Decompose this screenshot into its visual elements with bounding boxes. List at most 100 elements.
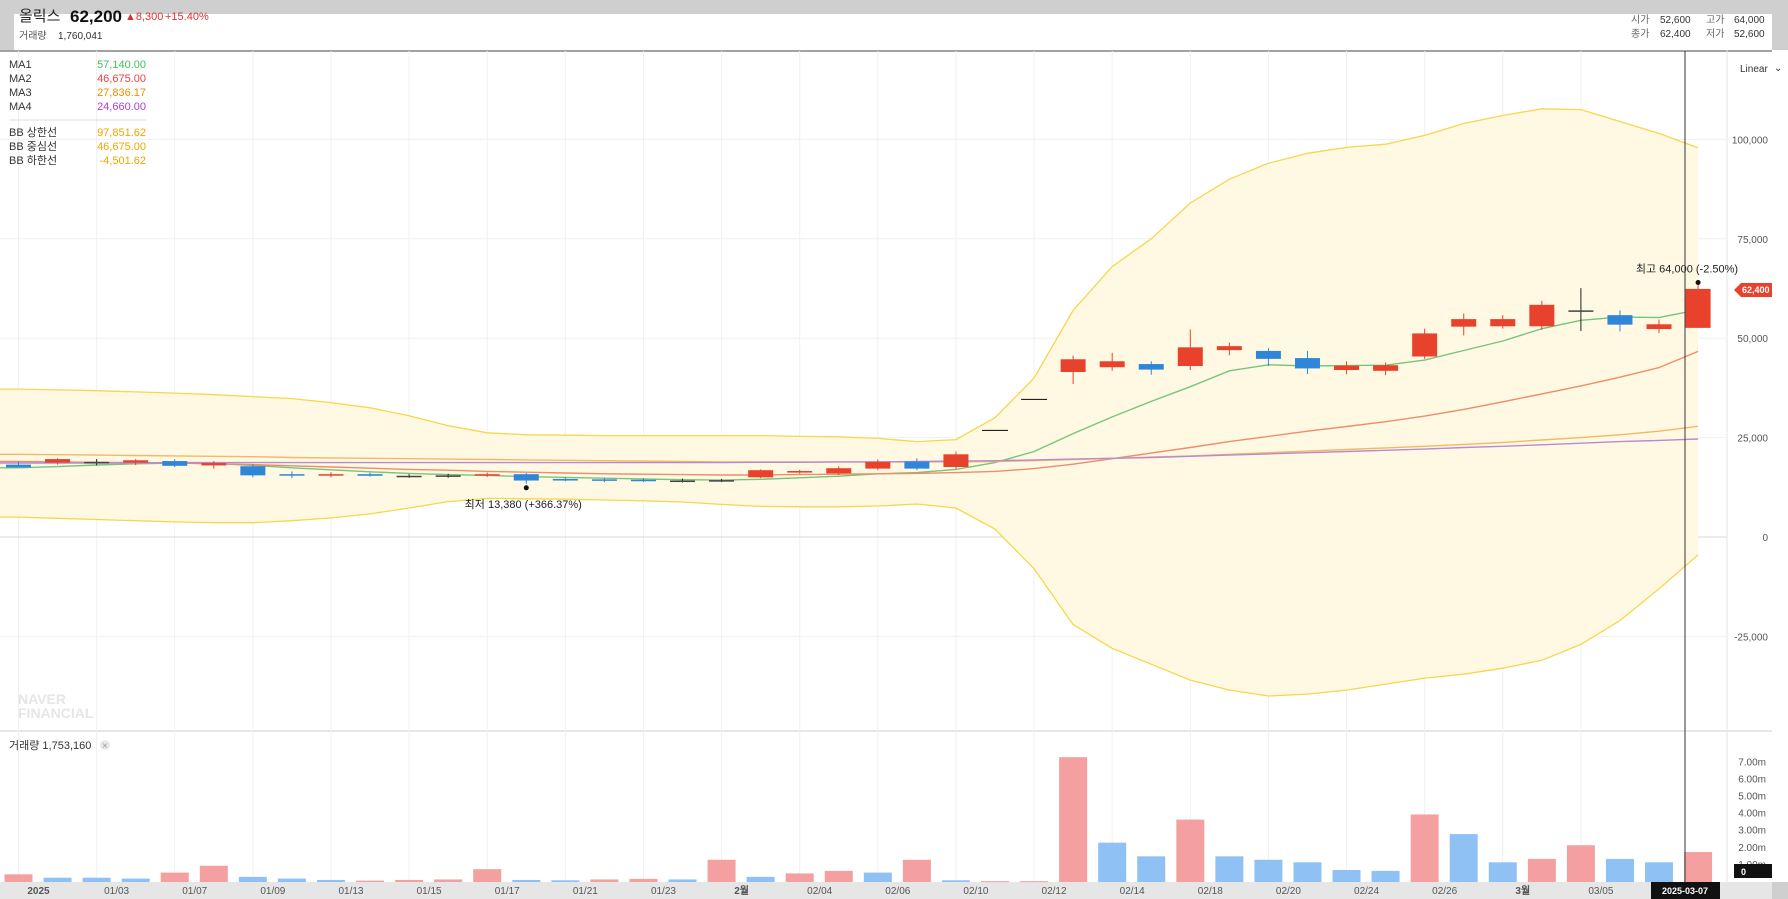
volume-bar[interactable] bbox=[1059, 757, 1088, 882]
candle-body[interactable] bbox=[357, 474, 383, 476]
stock-chart[interactable]: -25,000025,00050,00075,000100,000 1.00m2… bbox=[0, 0, 1788, 899]
volume-bar[interactable] bbox=[434, 879, 463, 882]
candle-body[interactable] bbox=[240, 466, 266, 476]
candle-body[interactable] bbox=[45, 459, 71, 463]
volume-bar[interactable] bbox=[316, 879, 345, 882]
candle-body[interactable] bbox=[670, 480, 696, 483]
candle-body[interactable] bbox=[865, 461, 891, 469]
candle-body[interactable] bbox=[201, 463, 227, 466]
volume-bar[interactable] bbox=[1605, 858, 1634, 882]
candle-body[interactable] bbox=[552, 478, 578, 481]
volume-bar[interactable] bbox=[1332, 870, 1361, 882]
candle[interactable] bbox=[1529, 300, 1555, 330]
x-tick-label: 01/21 bbox=[573, 886, 598, 897]
volume-bar[interactable] bbox=[1020, 881, 1049, 883]
volume-bar[interactable] bbox=[902, 859, 931, 882]
candle-body[interactable] bbox=[279, 474, 305, 476]
volume-bar[interactable] bbox=[824, 870, 853, 882]
candle-body[interactable] bbox=[1607, 315, 1633, 325]
volume-bar[interactable] bbox=[277, 878, 306, 882]
candle-body[interactable] bbox=[318, 474, 344, 476]
volume-panel[interactable] bbox=[0, 731, 1788, 882]
candle-body[interactable] bbox=[1177, 347, 1203, 367]
volume-bar[interactable] bbox=[1527, 858, 1556, 882]
candle-body[interactable] bbox=[1451, 319, 1477, 327]
candle-body[interactable] bbox=[904, 461, 930, 469]
volume-bar[interactable] bbox=[785, 873, 814, 882]
candle-body[interactable] bbox=[1373, 365, 1399, 371]
close-icon-glyph[interactable]: × bbox=[102, 741, 109, 750]
volume-bar[interactable] bbox=[1488, 862, 1517, 882]
candle-body[interactable] bbox=[1685, 288, 1711, 328]
volume-bar[interactable] bbox=[1566, 845, 1595, 882]
candle-body[interactable] bbox=[513, 474, 539, 481]
volume-bar[interactable] bbox=[395, 879, 424, 882]
volume-bar[interactable] bbox=[473, 869, 502, 882]
scale-dropdown[interactable]: Linear ⌄ bbox=[1740, 63, 1782, 75]
candle-body[interactable] bbox=[84, 461, 110, 464]
volume-bar[interactable] bbox=[590, 879, 619, 882]
candle-body[interactable] bbox=[474, 474, 500, 476]
candle-body[interactable] bbox=[1646, 324, 1672, 330]
candle-body[interactable] bbox=[396, 475, 422, 478]
volume-bar[interactable] bbox=[1215, 856, 1244, 882]
scale-label[interactable]: Linear bbox=[1740, 64, 1768, 75]
volume-bar[interactable] bbox=[863, 872, 892, 882]
volume-bar[interactable] bbox=[512, 879, 541, 882]
candle-body[interactable] bbox=[1490, 319, 1516, 327]
volume-bar[interactable] bbox=[629, 878, 658, 882]
candle[interactable] bbox=[748, 469, 774, 479]
candle-body[interactable] bbox=[1412, 333, 1438, 357]
candle-body[interactable] bbox=[826, 468, 852, 474]
volume-bar[interactable] bbox=[160, 872, 189, 882]
volume-bar[interactable] bbox=[1449, 834, 1478, 882]
volume-bar[interactable] bbox=[1371, 870, 1400, 882]
volume-bar[interactable] bbox=[1254, 859, 1283, 882]
candle-body[interactable] bbox=[630, 479, 656, 482]
candle-body[interactable] bbox=[1255, 350, 1281, 359]
candle-body[interactable] bbox=[1568, 310, 1594, 312]
candle-body[interactable] bbox=[1216, 346, 1242, 351]
volume-bar[interactable] bbox=[551, 880, 580, 882]
candle-body[interactable] bbox=[1060, 359, 1086, 372]
volume-bar[interactable] bbox=[82, 877, 111, 882]
candle-body[interactable] bbox=[123, 460, 149, 463]
high-point-marker bbox=[1695, 280, 1701, 286]
chevron-down-icon[interactable]: ⌄ bbox=[1774, 63, 1782, 74]
volume-bar[interactable] bbox=[1645, 862, 1674, 882]
volume-bar[interactable] bbox=[1098, 842, 1127, 882]
volume-bar[interactable] bbox=[707, 859, 736, 882]
volume-bar[interactable] bbox=[981, 881, 1009, 883]
volume-bar[interactable] bbox=[199, 865, 228, 882]
candle-body[interactable] bbox=[943, 454, 969, 468]
candle-body[interactable] bbox=[435, 475, 461, 477]
volume-bar[interactable] bbox=[1137, 856, 1166, 882]
volume-bar[interactable] bbox=[238, 876, 267, 882]
volume-bar[interactable] bbox=[941, 880, 970, 882]
volume-bar[interactable] bbox=[746, 876, 775, 882]
volume-bar[interactable] bbox=[1293, 862, 1322, 882]
volume-bar[interactable] bbox=[668, 879, 697, 882]
candle-body[interactable] bbox=[1529, 304, 1555, 327]
candle-body[interactable] bbox=[1099, 361, 1125, 368]
candle-body[interactable] bbox=[591, 479, 617, 481]
candle-body[interactable] bbox=[748, 470, 774, 478]
volume-bar[interactable] bbox=[356, 880, 385, 882]
candle-body[interactable] bbox=[1138, 364, 1164, 370]
candle-body[interactable] bbox=[787, 470, 813, 473]
volume-bar[interactable] bbox=[1410, 814, 1439, 882]
volume-tick-label: 7.00m bbox=[1738, 757, 1766, 768]
volume-bar[interactable] bbox=[121, 878, 150, 882]
volume-bar[interactable] bbox=[1176, 819, 1205, 882]
candle-body[interactable] bbox=[1334, 365, 1360, 371]
volume-bar[interactable] bbox=[43, 877, 72, 882]
candle-body[interactable] bbox=[1294, 358, 1320, 369]
low-value: 52,600 bbox=[1734, 29, 1765, 40]
volume-bar[interactable] bbox=[1684, 852, 1713, 882]
volume-bar[interactable] bbox=[4, 874, 33, 882]
volume-tick-label: 2.00m bbox=[1738, 843, 1766, 854]
candle-body[interactable] bbox=[162, 461, 188, 466]
candle-body[interactable] bbox=[6, 464, 31, 468]
candle-body[interactable] bbox=[709, 480, 735, 482]
candle[interactable] bbox=[1685, 282, 1711, 328]
